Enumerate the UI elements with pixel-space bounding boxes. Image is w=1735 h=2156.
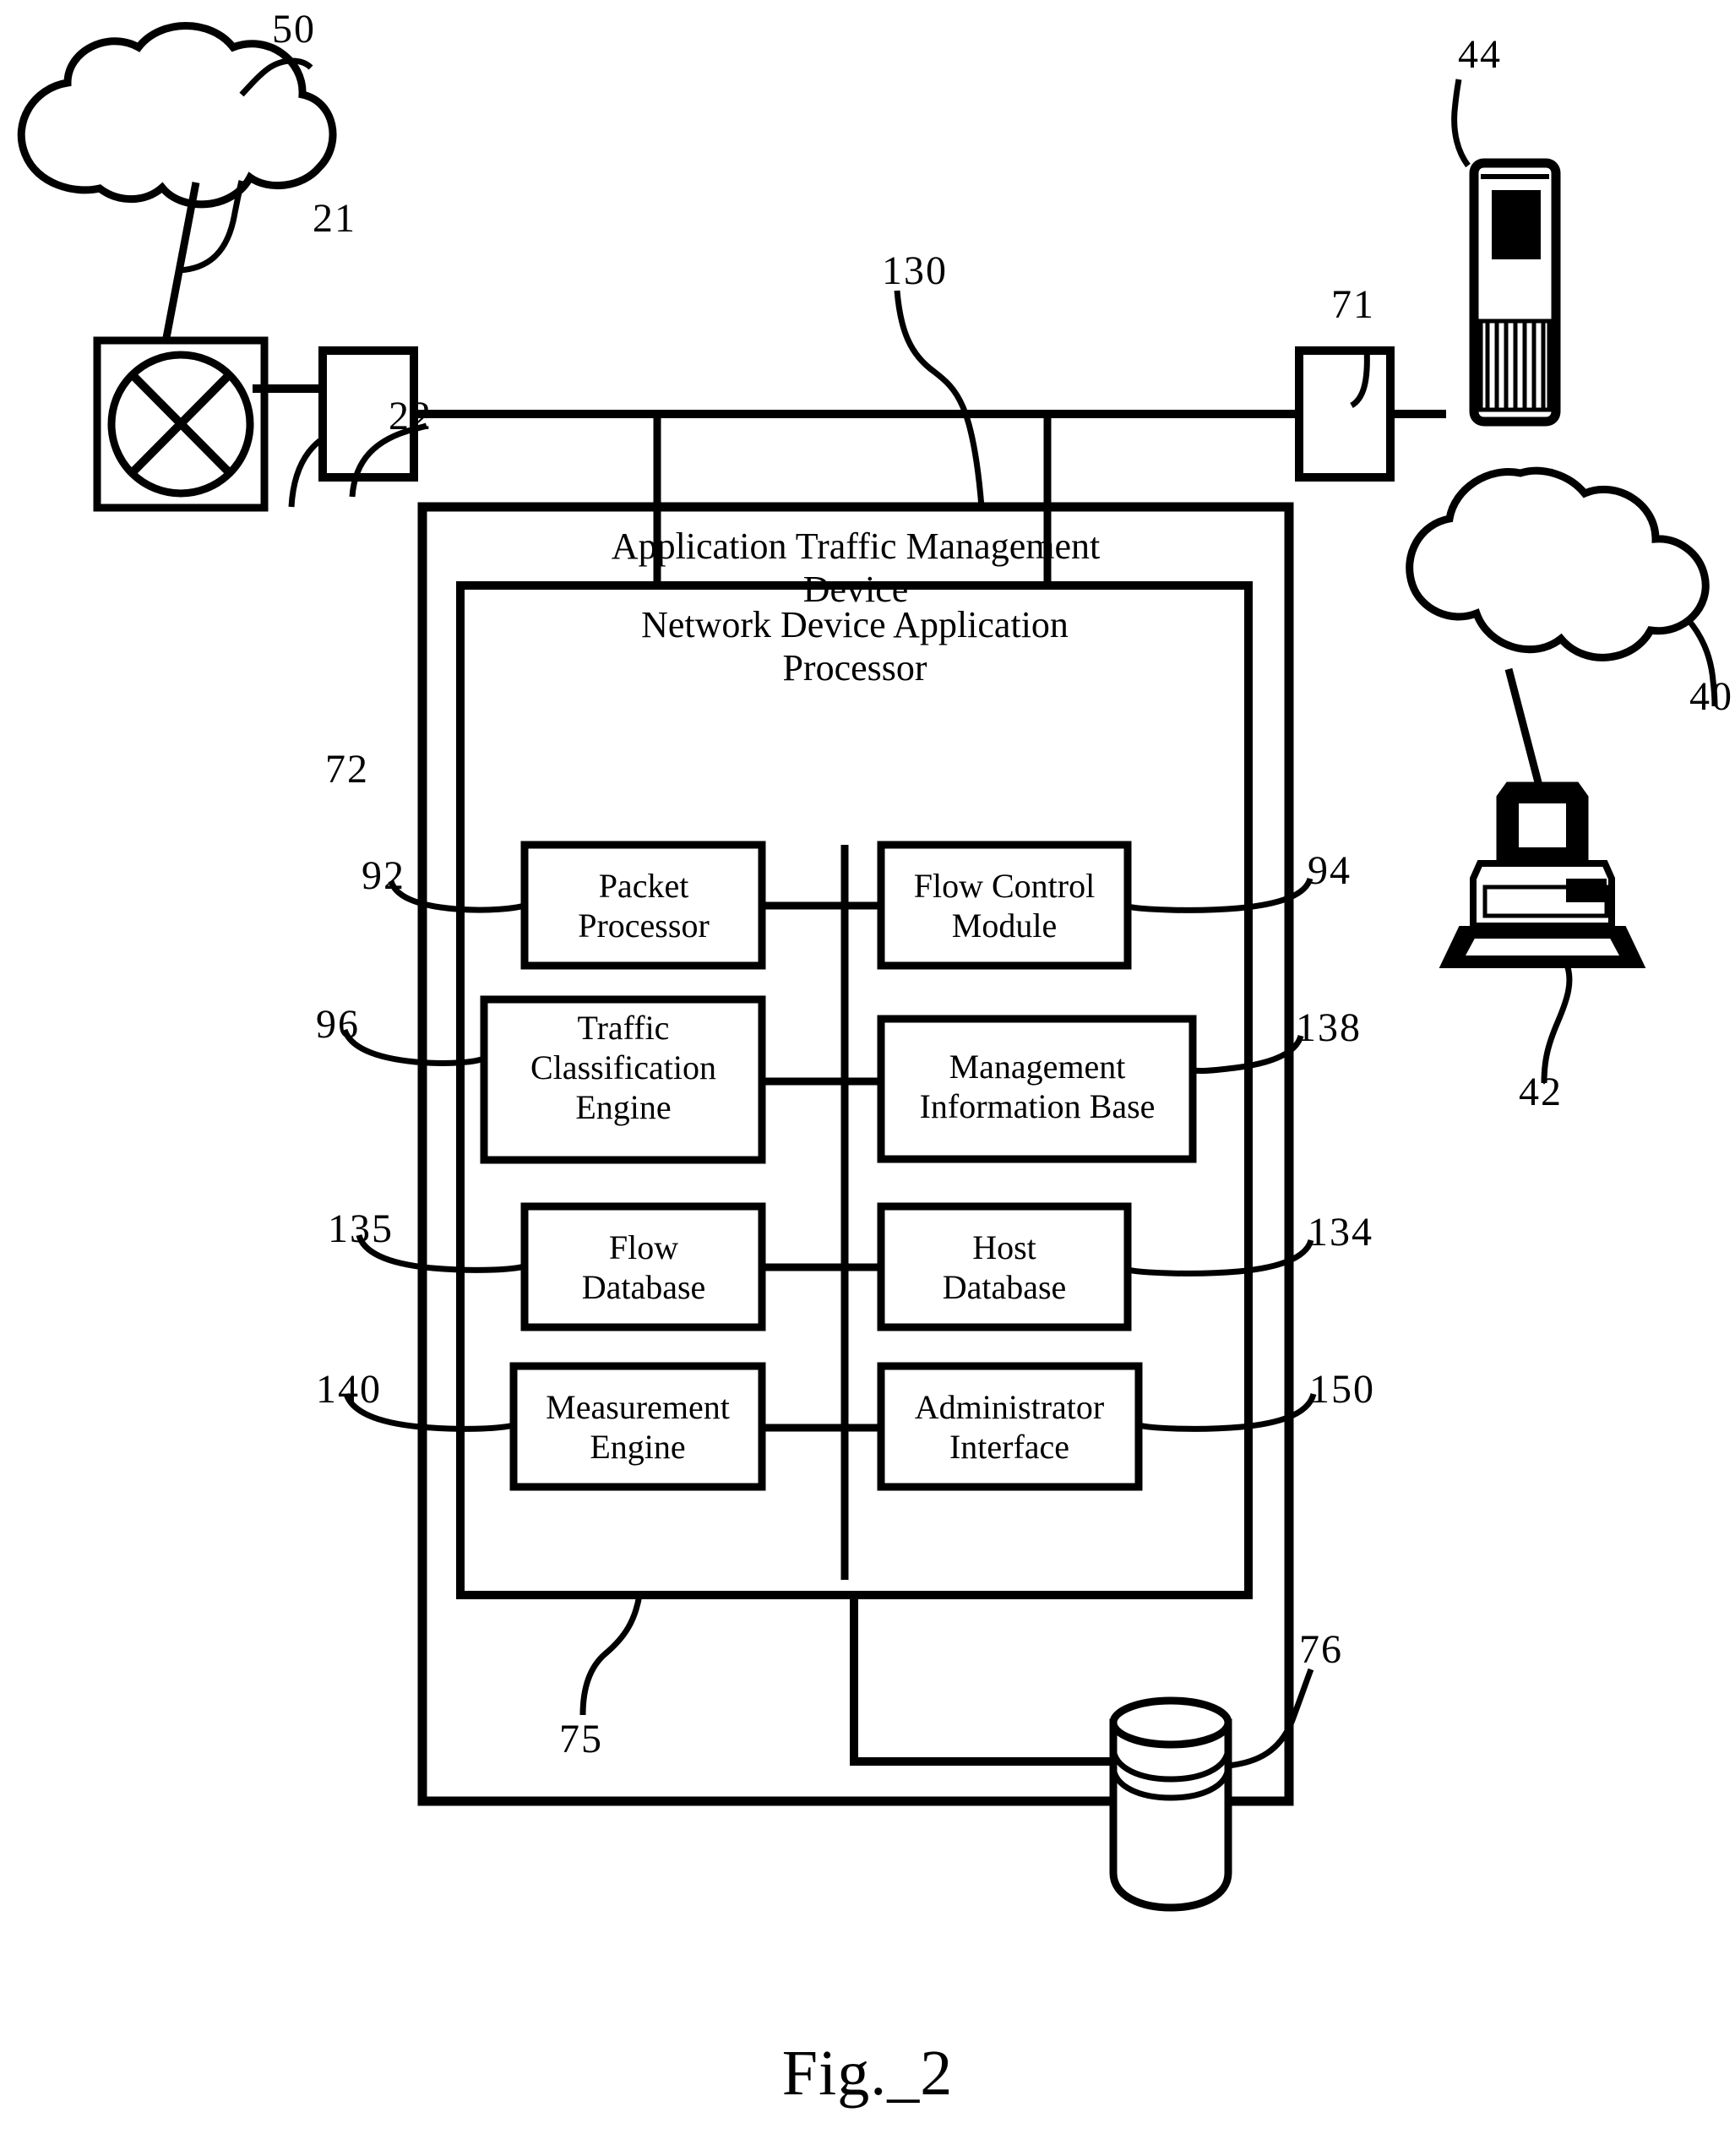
leader-44 (1451, 79, 1471, 168)
ref-numeral-22: 22 (389, 394, 432, 438)
cable-client-to-cloud (1504, 667, 1543, 787)
module-line-2: Classification (530, 1048, 716, 1087)
patent-figure-page: Application Traffic Management Device Ne… (0, 0, 1735, 2156)
module-line-2: Information Base (919, 1087, 1156, 1126)
module-label-packet-processor: Packet Processor (517, 866, 770, 945)
network-device-application-processor-title: Network Device Application Processor (559, 604, 1150, 689)
module-line-1: Management (949, 1048, 1126, 1086)
ref-numeral-138: 138 (1296, 1005, 1362, 1050)
ref-numeral-134: 134 (1308, 1210, 1373, 1255)
module-line-2: Database (581, 1268, 706, 1307)
module-line-1: Administrator (914, 1388, 1105, 1426)
ref-numeral-44: 44 (1458, 32, 1502, 77)
module-label-traffic-classification-engine: Traffic Classification Engine (471, 1008, 775, 1128)
ref-numeral-130: 130 (882, 248, 948, 293)
module-line-1: Flow (608, 1228, 679, 1266)
module-line-1: Traffic (577, 1009, 670, 1047)
ref-numeral-76: 76 (1299, 1627, 1343, 1672)
ref-numeral-72: 72 (325, 747, 369, 792)
server-bay-3 (1492, 237, 1541, 259)
module-line-1: Packet (598, 867, 689, 905)
module-line-1: Host (972, 1228, 1036, 1266)
ref-numeral-71: 71 (1331, 282, 1375, 327)
datastore-cylinder-body (1109, 1718, 1232, 1912)
ref-numeral-135: 135 (328, 1206, 394, 1251)
module-line-1: Flow Control (913, 867, 1096, 905)
processor-title-line-2: Processor (782, 646, 927, 689)
module-line-3: Engine (575, 1088, 672, 1127)
module-label-measurement-engine: Measurement Engine (498, 1387, 777, 1467)
server-bay-1 (1492, 190, 1541, 214)
link-cloud-to-router (161, 182, 200, 343)
ref-numeral-50: 50 (272, 7, 316, 52)
module-label-host-database: Host Database (878, 1228, 1131, 1307)
ref-numeral-42: 42 (1519, 1070, 1563, 1114)
processor-title-line-1: Network Device Application (641, 604, 1069, 645)
ref-numeral-92: 92 (362, 853, 405, 898)
ref-numeral-140: 140 (316, 1367, 382, 1412)
device-title-line-1: Application Traffic Management (611, 525, 1101, 567)
datastore-cylinder-top (1109, 1696, 1232, 1749)
client-base-inner (1456, 934, 1629, 961)
module-label-administrator-interface: Administrator Interface (866, 1387, 1153, 1467)
client-body-indicator (1566, 879, 1607, 902)
module-label-flow-database: Flow Database (517, 1228, 770, 1307)
leader-42 (1541, 963, 1573, 1084)
module-line-2: Processor (578, 906, 710, 945)
ref-numeral-96: 96 (316, 1002, 360, 1047)
leader-130 (894, 290, 985, 508)
application-traffic-management-device-title: Application Traffic Management Device (560, 525, 1151, 611)
ref-numeral-21: 21 (313, 196, 356, 241)
figure-caption: Fig._2 (781, 2038, 954, 2109)
module-label-management-information-base: Management Information Base (860, 1047, 1215, 1126)
module-line-2: Engine (590, 1428, 686, 1467)
network-interface-right (1295, 346, 1395, 482)
server-bay-2 (1492, 214, 1541, 237)
module-line-2: Database (942, 1268, 1067, 1307)
ref-numeral-40: 40 (1689, 674, 1733, 719)
ref-numeral-75: 75 (559, 1717, 603, 1761)
ref-numeral-94: 94 (1308, 848, 1352, 893)
client-monitor-screen (1514, 798, 1571, 852)
module-line-2: Interface (949, 1428, 1070, 1467)
right-cloud-icon (1406, 466, 1710, 662)
module-line-2: Module (951, 906, 1058, 945)
server-vent-lines (1485, 321, 1546, 410)
left-cloud-icon (17, 22, 337, 209)
module-label-flow-control-module: Flow Control Module (865, 866, 1144, 945)
module-line-1: Measurement (546, 1388, 730, 1426)
ref-numeral-150: 150 (1309, 1367, 1375, 1412)
